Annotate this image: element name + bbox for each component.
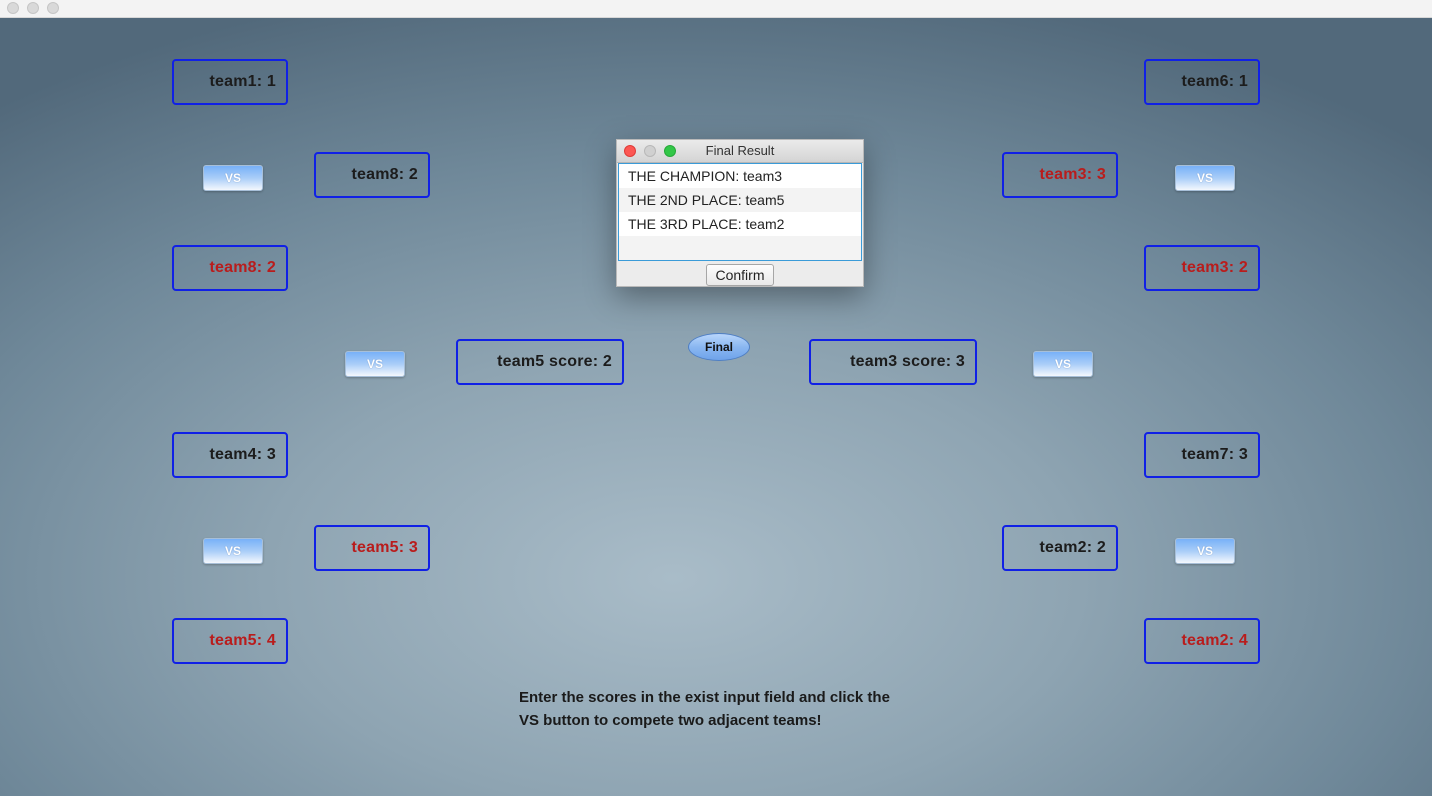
left-r1-team-3[interactable]: team4: 3 — [172, 432, 288, 478]
left-r2-vs-button[interactable]: VS — [345, 351, 405, 377]
zoom-window-button[interactable] — [47, 2, 59, 14]
final-result-dialog: Final Result THE CHAMPION: team3 THE 2ND… — [616, 139, 864, 287]
left-r2-team-top[interactable]: team8: 2 — [314, 152, 430, 198]
window-titlebar — [0, 0, 1432, 18]
left-semifinal-team[interactable]: team5 score: 2 — [456, 339, 624, 385]
right-r1-vs-button-bottom[interactable]: VS — [1175, 538, 1235, 564]
right-r1-team-3[interactable]: team7: 3 — [1144, 432, 1260, 478]
left-r1-team-2[interactable]: team8: 2 — [172, 245, 288, 291]
close-window-button[interactable] — [7, 2, 19, 14]
right-r1-team-1[interactable]: team6: 1 — [1144, 59, 1260, 105]
right-r2-vs-button[interactable]: VS — [1033, 351, 1093, 377]
right-r1-team-4[interactable]: team2: 4 — [1144, 618, 1260, 664]
result-row-champion[interactable]: THE CHAMPION: team3 — [619, 164, 861, 188]
final-button[interactable]: Final — [688, 333, 750, 361]
bracket-stage — [0, 18, 1432, 796]
dialog-zoom-button[interactable] — [664, 145, 676, 157]
dialog-title: Final Result — [705, 143, 775, 158]
dialog-titlebar: Final Result — [617, 140, 863, 163]
dialog-close-button[interactable] — [624, 145, 636, 157]
instructions-text: Enter the scores in the exist input fiel… — [519, 689, 890, 729]
right-r2-team-bottom[interactable]: team2: 2 — [1002, 525, 1118, 571]
right-semifinal-team[interactable]: team3 score: 3 — [809, 339, 977, 385]
confirm-button[interactable]: Confirm — [706, 264, 774, 286]
right-r2-team-top[interactable]: team3: 3 — [1002, 152, 1118, 198]
dialog-minimize-button — [644, 145, 656, 157]
left-r1-team-1[interactable]: team1: 1 — [172, 59, 288, 105]
right-r1-team-2[interactable]: team3: 2 — [1144, 245, 1260, 291]
results-list[interactable]: THE CHAMPION: team3 THE 2ND PLACE: team5… — [618, 163, 862, 261]
left-r2-team-bottom[interactable]: team5: 3 — [314, 525, 430, 571]
left-r1-vs-button-top[interactable]: VS — [203, 165, 263, 191]
left-r1-team-4[interactable]: team5: 4 — [172, 618, 288, 664]
left-r1-vs-button-bottom[interactable]: VS — [203, 538, 263, 564]
minimize-window-button[interactable] — [27, 2, 39, 14]
result-row-second[interactable]: THE 2ND PLACE: team5 — [619, 188, 861, 212]
result-row-empty — [619, 236, 861, 260]
result-row-third[interactable]: THE 3RD PLACE: team2 — [619, 212, 861, 236]
right-r1-vs-button-top[interactable]: VS — [1175, 165, 1235, 191]
